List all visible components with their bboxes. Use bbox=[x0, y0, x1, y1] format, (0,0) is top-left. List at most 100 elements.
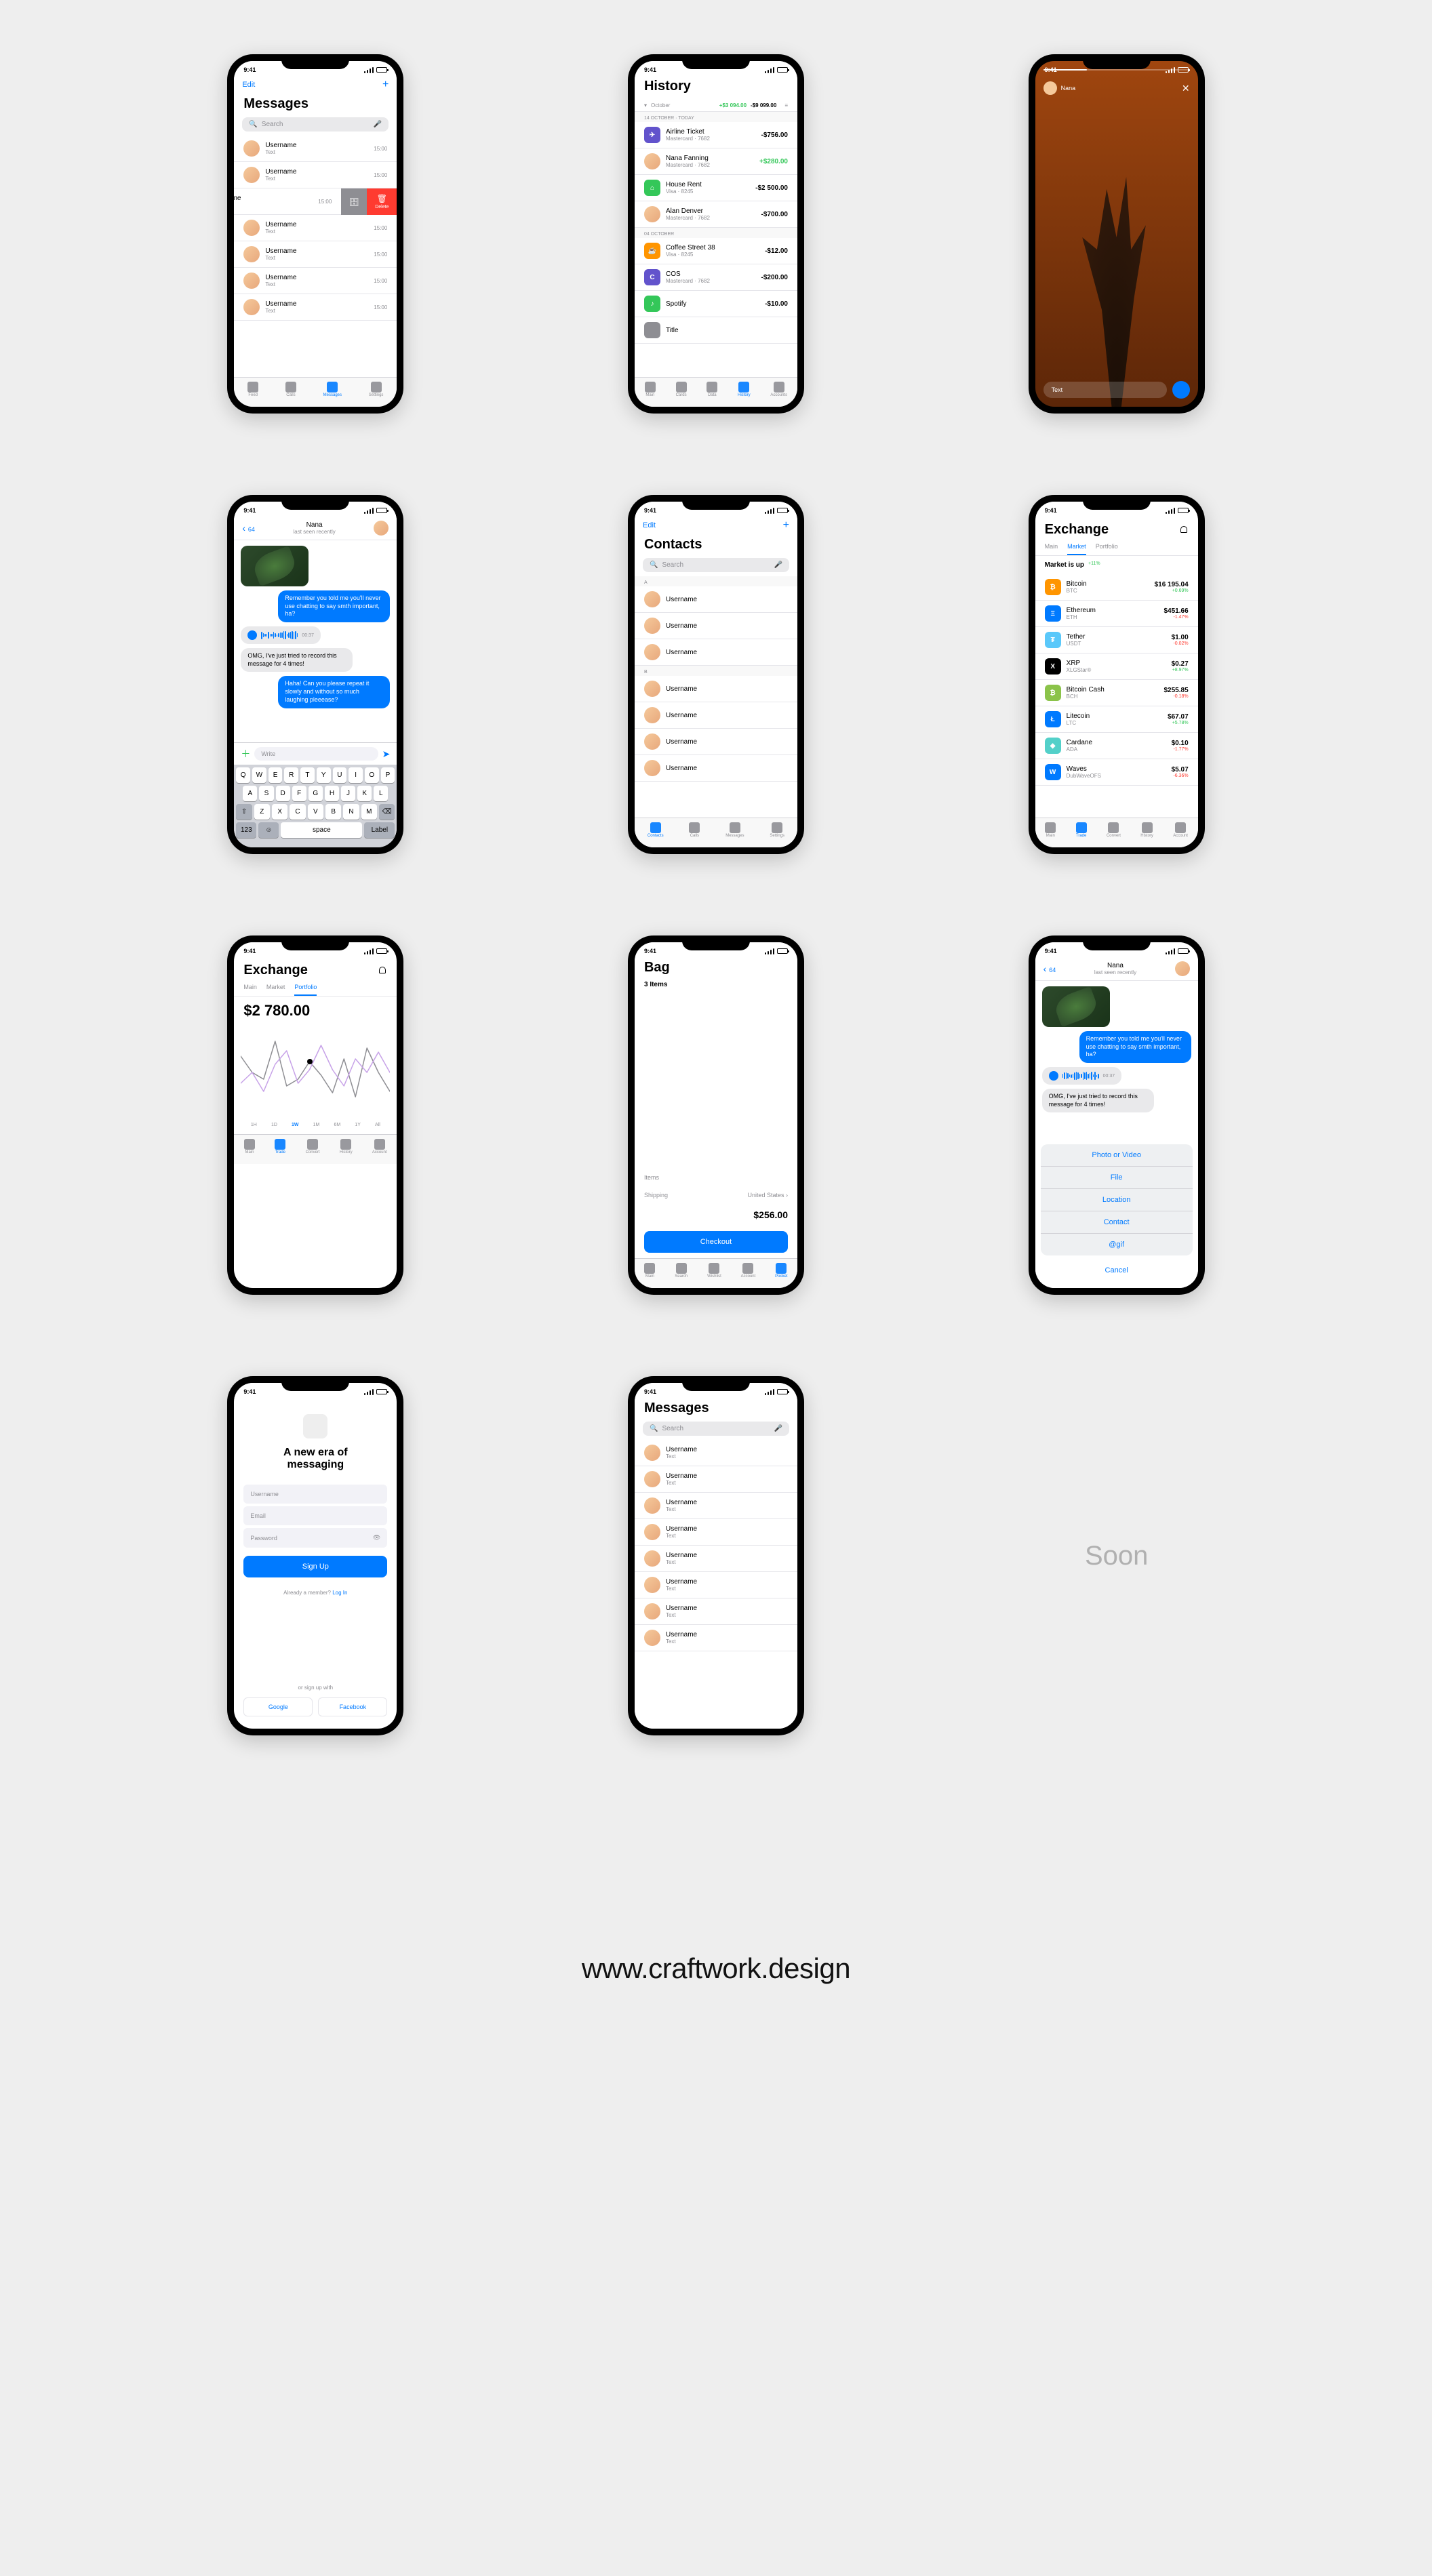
play-icon[interactable] bbox=[1049, 1071, 1058, 1081]
message-row[interactable]: UsernameText bbox=[635, 1440, 797, 1466]
key-⌫[interactable]: ⌫ bbox=[379, 804, 395, 820]
message-row[interactable]: UsernameText bbox=[635, 1493, 797, 1519]
key-D[interactable]: D bbox=[276, 786, 290, 801]
voice-message[interactable]: 00:37 bbox=[241, 626, 321, 644]
message-row[interactable]: UsernameText15:00 bbox=[234, 136, 397, 162]
contact-row[interactable]: Username bbox=[635, 755, 797, 782]
transaction-row[interactable]: ☕Coffee Street 38Visa · 8245-$12.00 bbox=[635, 238, 797, 264]
message-row[interactable]: UsernameText bbox=[635, 1572, 797, 1598]
edit-link[interactable]: Edit bbox=[643, 521, 656, 529]
tab-trade[interactable]: Trade bbox=[275, 1139, 285, 1154]
transaction-row[interactable]: ♪Spotify-$10.00 bbox=[635, 291, 797, 317]
key-T[interactable]: T bbox=[300, 767, 315, 783]
sheet-option[interactable]: Location bbox=[1041, 1189, 1193, 1211]
reply-input[interactable]: Text bbox=[1043, 382, 1167, 398]
timescale-all[interactable]: All bbox=[375, 1123, 380, 1127]
key-return[interactable]: Label bbox=[364, 822, 395, 838]
tab-main[interactable]: Main bbox=[645, 382, 656, 397]
tab-history[interactable]: History bbox=[340, 1139, 353, 1154]
bell-icon[interactable] bbox=[1179, 525, 1189, 535]
crypto-row[interactable]: ₿Bitcoin CashBCH$255.85-0.18% bbox=[1035, 680, 1198, 706]
key-H[interactable]: H bbox=[325, 786, 339, 801]
compose-icon[interactable]: + bbox=[382, 79, 389, 91]
key-A[interactable]: A bbox=[243, 786, 257, 801]
tab-main[interactable]: Main bbox=[244, 1139, 255, 1154]
mic-icon[interactable]: 🎤 bbox=[774, 561, 782, 569]
tab-main[interactable]: Main bbox=[1045, 822, 1056, 838]
key-emoji[interactable]: ☺ bbox=[258, 822, 279, 838]
key-K[interactable]: K bbox=[357, 786, 372, 801]
market-tab-main[interactable]: Main bbox=[243, 984, 257, 996]
tab-calls[interactable]: Calls bbox=[285, 382, 296, 397]
message-row[interactable]: UsernameText15:00 bbox=[234, 162, 397, 188]
avatar[interactable] bbox=[1043, 81, 1057, 95]
tab-cards[interactable]: Cards bbox=[676, 382, 687, 397]
crypto-row[interactable]: ΞEthereumETH$451.66-1.47% bbox=[1035, 601, 1198, 627]
message-row[interactable]: UsernameText15:00 bbox=[234, 268, 397, 294]
eye-icon[interactable]: 👁 bbox=[373, 1534, 380, 1542]
story-image[interactable] bbox=[1035, 61, 1198, 407]
contact-row[interactable]: Username bbox=[635, 702, 797, 729]
key-O[interactable]: O bbox=[365, 767, 379, 783]
tab-messages[interactable]: Messages bbox=[725, 822, 744, 838]
contact-row[interactable]: Username bbox=[635, 729, 797, 755]
key-N[interactable]: N bbox=[343, 804, 359, 820]
message-row[interactable]: UsernameText bbox=[635, 1625, 797, 1651]
tab-settings[interactable]: Settings bbox=[369, 382, 384, 397]
message-row[interactable]: UsernameText15:00 bbox=[234, 215, 397, 241]
tab-account[interactable]: Account bbox=[1173, 822, 1188, 838]
chart-timescale[interactable]: 1H1D1W1M6M1YAll bbox=[234, 1120, 397, 1134]
crypto-row[interactable]: ◆CardaneADA$0.10-1.77% bbox=[1035, 733, 1198, 759]
contact-row[interactable]: Username bbox=[635, 639, 797, 666]
key-123[interactable]: 123 bbox=[236, 822, 256, 838]
message-row[interactable]: UsernameText bbox=[635, 1519, 797, 1546]
message-row[interactable]: UsernameText15:00 bbox=[234, 188, 341, 215]
message-row[interactable]: UsernameText15:00 bbox=[234, 241, 397, 268]
shipping-picker[interactable]: United States › bbox=[747, 1192, 788, 1199]
contact-row[interactable]: Username bbox=[635, 613, 797, 639]
tab-data[interactable]: Data bbox=[707, 382, 717, 397]
tab-calls[interactable]: Calls bbox=[689, 822, 700, 838]
chat-image[interactable] bbox=[1042, 986, 1110, 1027]
voice-message[interactable]: 00:37 bbox=[1042, 1067, 1122, 1085]
checkout-button[interactable]: Checkout bbox=[644, 1231, 788, 1253]
tab-main[interactable]: Main bbox=[644, 1263, 655, 1279]
back-button[interactable]: ‹ 64 bbox=[242, 523, 255, 534]
mic-icon[interactable]: 🎤 bbox=[374, 121, 382, 128]
key-R[interactable]: R bbox=[284, 767, 298, 783]
key-U[interactable]: U bbox=[333, 767, 347, 783]
message-row[interactable]: UsernameText bbox=[635, 1466, 797, 1493]
tab-pocket[interactable]: Pocket bbox=[775, 1263, 787, 1279]
key-B[interactable]: B bbox=[325, 804, 341, 820]
key-Y[interactable]: Y bbox=[317, 767, 331, 783]
timescale-1w[interactable]: 1W bbox=[292, 1123, 299, 1127]
tab-settings[interactable]: Settings bbox=[770, 822, 784, 838]
tab-convert[interactable]: Convert bbox=[1107, 822, 1121, 838]
bell-icon[interactable] bbox=[378, 966, 387, 975]
tab-wishlist[interactable]: Wishlist bbox=[707, 1263, 721, 1279]
message-row[interactable]: UsernameText bbox=[635, 1546, 797, 1572]
play-icon[interactable] bbox=[247, 630, 257, 640]
signup-button[interactable]: Sign Up bbox=[243, 1556, 387, 1577]
username-field[interactable]: Username bbox=[243, 1485, 387, 1504]
message-input[interactable]: Write bbox=[254, 747, 378, 761]
close-icon[interactable]: ✕ bbox=[1182, 83, 1190, 94]
key-W[interactable]: W bbox=[252, 767, 266, 783]
transaction-row[interactable]: ✈Airline TicketMastercard · 7682-$756.00 bbox=[635, 122, 797, 148]
key-L[interactable]: L bbox=[374, 786, 388, 801]
key-M[interactable]: M bbox=[361, 804, 377, 820]
transaction-row[interactable]: CCOSMastercard · 7682-$200.00 bbox=[635, 264, 797, 291]
market-tab-market[interactable]: Market bbox=[266, 984, 285, 996]
crypto-row[interactable]: ŁLitecoinLTC$67.07+5.78% bbox=[1035, 706, 1198, 733]
keyboard[interactable]: QWERTYUIOPASDFGHJKL⇧ZXCVBNM⌫123☺spaceLab… bbox=[234, 765, 397, 847]
password-field[interactable]: Password👁 bbox=[243, 1528, 387, 1548]
key-J[interactable]: J bbox=[341, 786, 355, 801]
tab-account[interactable]: Account bbox=[372, 1139, 387, 1154]
tab-feed[interactable]: Feed bbox=[247, 382, 258, 397]
market-tab-portfolio[interactable]: Portfolio bbox=[1096, 543, 1118, 555]
timescale-1m[interactable]: 1M bbox=[313, 1123, 320, 1127]
tab-messages[interactable]: Messages bbox=[323, 382, 342, 397]
key-P[interactable]: P bbox=[381, 767, 395, 783]
archive-button[interactable]: 🗄 bbox=[341, 188, 367, 215]
timescale-1d[interactable]: 1D bbox=[271, 1123, 277, 1127]
